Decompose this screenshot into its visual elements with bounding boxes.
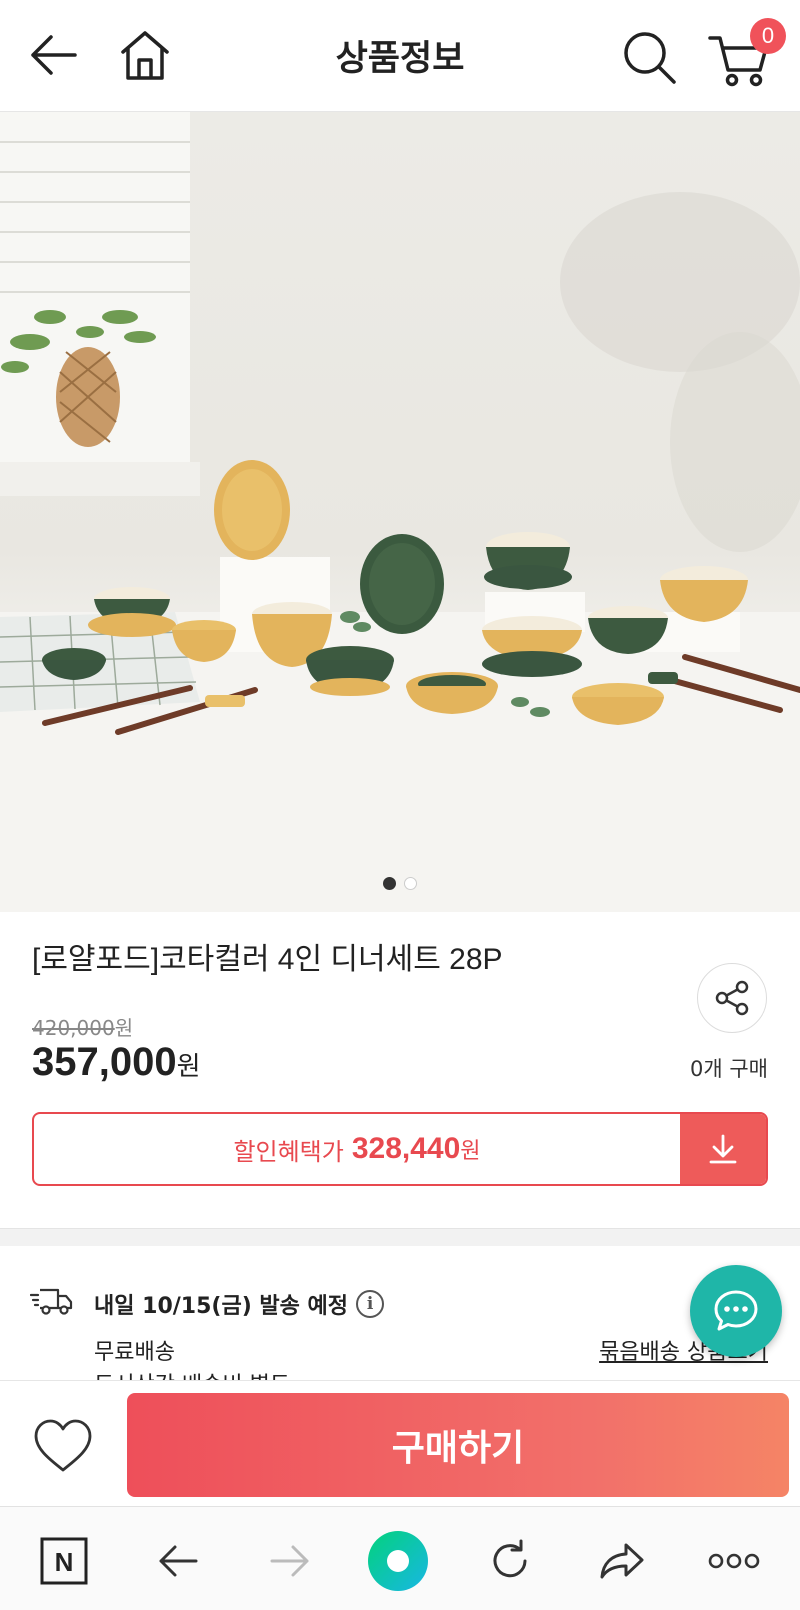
browser-forward-button[interactable]	[258, 1529, 322, 1593]
coupon-price-unit: 원	[460, 1139, 481, 1164]
share-page-button[interactable]	[590, 1529, 654, 1593]
refresh-button[interactable]	[478, 1529, 542, 1593]
carousel-dot-2[interactable]	[404, 877, 417, 890]
product-image[interactable]	[0, 112, 800, 912]
section-divider	[0, 1228, 800, 1246]
naver-home-button[interactable]: N	[32, 1529, 96, 1593]
carousel-dot-1[interactable]	[383, 877, 396, 890]
product-name: [로얄포드]코타컬러 4인 디너세트 28P	[32, 943, 503, 976]
coupon-download-button[interactable]	[680, 1114, 766, 1184]
delivery-truck-icon	[30, 1288, 73, 1315]
back-button[interactable]	[20, 22, 86, 88]
shipping-date: 내일 10/15(금) 발송 예정 i	[94, 1288, 385, 1320]
coupon-label: 할인혜택가	[233, 1137, 344, 1166]
original-price-value: 420,000	[32, 1016, 115, 1040]
original-price: 420,000원	[32, 1012, 133, 1041]
chat-bubble-icon	[714, 1290, 758, 1331]
green-dot-button[interactable]	[366, 1529, 430, 1593]
cart-count-badge: 0	[750, 18, 786, 54]
coupon-price-value: 328,440	[351, 1132, 461, 1165]
coupon-banner[interactable]: 할인혜택가 328,440 원	[32, 1112, 768, 1186]
home-icon	[121, 31, 169, 80]
shipping-date-text: 내일 10/15(금) 발송 예정	[94, 1294, 349, 1319]
original-price-unit: 원	[114, 1016, 134, 1040]
purchase-bar: 구매하기	[0, 1380, 800, 1506]
buy-button[interactable]: 구매하기	[127, 1393, 789, 1497]
wishlist-button[interactable]	[32, 1417, 94, 1475]
search-icon	[624, 32, 676, 84]
forward-arrow-icon	[270, 1545, 309, 1577]
share-icon	[715, 980, 749, 1016]
share-arrow-icon	[600, 1543, 644, 1579]
purchase-count: 0개 구매	[690, 1057, 768, 1081]
chat-button[interactable]	[690, 1265, 782, 1357]
coupon-price: 할인혜택가 328,440 원	[34, 1114, 680, 1184]
browser-back-button[interactable]	[146, 1529, 210, 1593]
heart-icon	[34, 1419, 92, 1472]
refresh-icon	[493, 1539, 527, 1578]
sale-price-unit: 원	[176, 1051, 201, 1081]
search-button[interactable]	[614, 22, 684, 92]
more-menu-button[interactable]	[702, 1529, 766, 1593]
share-button[interactable]	[697, 963, 767, 1033]
naver-logo-icon: N	[40, 1537, 88, 1585]
app-header: 상품정보 0	[0, 0, 800, 112]
green-dot-icon	[368, 1531, 428, 1591]
free-shipping-text: 무료배송	[94, 1340, 175, 1365]
sale-price-value: 357,000	[32, 1040, 177, 1084]
cart-button[interactable]: 0	[706, 18, 786, 92]
back-arrow-icon	[159, 1545, 198, 1577]
back-arrow-icon	[31, 35, 77, 75]
info-icon[interactable]: i	[356, 1290, 385, 1318]
more-dots-icon	[708, 1553, 760, 1569]
download-icon	[709, 1134, 737, 1164]
product-photo	[0, 112, 800, 912]
carousel-indicator	[0, 877, 800, 890]
sale-price: 357,000원	[32, 1040, 201, 1085]
browser-toolbar: N	[0, 1506, 800, 1610]
naver-logo-letter: N	[55, 1547, 74, 1577]
home-button[interactable]	[112, 22, 178, 88]
